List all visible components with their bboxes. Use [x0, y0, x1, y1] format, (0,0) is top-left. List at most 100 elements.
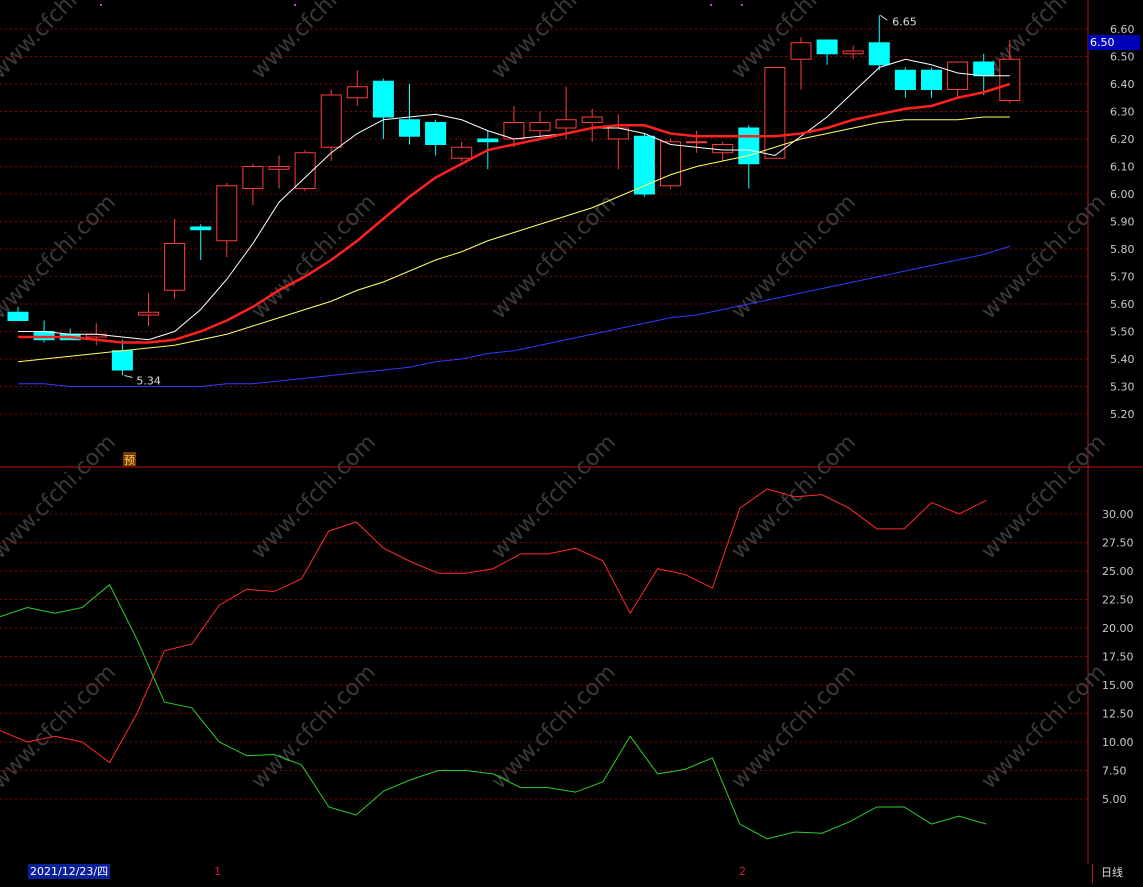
candle-body: [712, 144, 734, 154]
candle: [399, 84, 420, 145]
candle-body: [921, 69, 942, 90]
current-price-tag: 6.50: [1088, 35, 1140, 50]
candle-body: [581, 116, 603, 123]
candle: [138, 293, 159, 326]
candle: [503, 106, 525, 148]
moving-average-line: [17, 116, 1010, 363]
watermark-text: www.cfchi.com: [487, 660, 621, 794]
indicator-line: [0, 583, 987, 840]
watermark-text: www.cfchi.com: [977, 660, 1111, 794]
indicator-tick-label: 22.50: [1102, 594, 1134, 607]
candle: [660, 139, 681, 189]
indicator-tick-label: 17.50: [1102, 651, 1134, 664]
high-price-label: 6.65: [892, 15, 917, 28]
candle-body: [399, 119, 420, 137]
watermark-layer: www.cfchi.com www.cfchi.com www.cfchi.com w…: [0, 0, 1111, 794]
candle-body: [138, 311, 159, 316]
price-tick-label: 5.90: [1110, 216, 1135, 229]
watermark-text: www.cfchi.com: [977, 430, 1111, 564]
time-axis-bar: [0, 864, 1143, 883]
candle-body: [868, 42, 890, 66]
stock-chart[interactable]: www.cfchi.com www.cfchi.com www.cfchi.com w…: [0, 0, 1143, 883]
candle-body: [372, 80, 394, 118]
candle-body: [320, 94, 342, 148]
candle-body: [164, 243, 186, 291]
candle-body: [7, 311, 29, 321]
candle-body: [816, 39, 838, 55]
watermark-text: www.cfchi.com: [247, 430, 381, 564]
watermark-text: www.cfchi.com: [727, 660, 861, 794]
candle-body: [268, 166, 290, 170]
candle: [190, 224, 212, 260]
event-marker: [741, 4, 743, 6]
candle: [894, 67, 916, 98]
watermark-text: www.cfchi.com: [247, 660, 381, 794]
candle-body: [242, 166, 264, 189]
candle: [868, 15, 890, 71]
event-marker: [100, 4, 102, 6]
watermark-text: www.cfchi.com: [0, 0, 121, 84]
candle-body: [738, 127, 760, 165]
indicator-tick-label: 15.00: [1102, 679, 1134, 692]
low-price-label: 5.34: [136, 375, 161, 388]
low-arrow: [124, 375, 133, 378]
candle: [633, 133, 655, 197]
candle-body: [555, 119, 577, 129]
candle: [607, 114, 629, 170]
forecast-badge: 预: [124, 454, 135, 467]
candle: [451, 141, 473, 161]
price-tick-label: 6.10: [1110, 161, 1135, 174]
indicator-tick-label: 25.00: [1102, 565, 1134, 578]
event-marker: [294, 4, 296, 6]
period-tab-daily[interactable]: 日线: [1092, 864, 1143, 883]
price-tick-label: 5.70: [1110, 271, 1135, 284]
watermark-text: www.cfchi.com: [247, 0, 381, 84]
candle-body: [947, 61, 969, 90]
candle: [581, 108, 603, 142]
month-marker-1: 1: [214, 865, 221, 878]
price-tick-label: 5.40: [1110, 353, 1135, 366]
candle-body: [190, 226, 212, 231]
candle-body: [451, 146, 473, 159]
price-tick-label: 6.00: [1110, 188, 1135, 201]
indicator-tick-label: 7.50: [1102, 765, 1127, 778]
price-tick-label: 5.30: [1110, 381, 1135, 394]
indicator-tick-label: 30.00: [1102, 508, 1134, 521]
candle-body: [425, 122, 447, 145]
price-tick-label: 6.40: [1110, 78, 1135, 91]
candle: [320, 89, 342, 161]
candle-body: [216, 185, 238, 242]
high-arrow: [880, 14, 888, 21]
candle: [346, 70, 368, 106]
candle-body: [660, 141, 681, 187]
candle: [947, 61, 969, 98]
candle-body: [477, 138, 499, 143]
watermark-text: www.cfchi.com: [0, 660, 121, 794]
price-tick-label: 6.20: [1110, 133, 1135, 146]
candle: [790, 37, 812, 90]
candle: [712, 141, 734, 161]
indicator-tick-label: 10.00: [1102, 736, 1134, 749]
indicator-tick-label: 20.00: [1102, 622, 1134, 635]
candle-body: [790, 42, 812, 60]
indicator-tick-label: 12.50: [1102, 708, 1134, 721]
watermark-text: www.cfchi.com: [727, 0, 861, 84]
indicator-line: [0, 488, 987, 764]
candle: [529, 111, 551, 139]
chart-canvas[interactable]: www.cfchi.com www.cfchi.com www.cfchi.com w…: [0, 0, 1143, 883]
candle-body: [686, 141, 708, 144]
candle: [216, 183, 238, 258]
candle-body: [529, 122, 551, 132]
candle: [268, 155, 290, 189]
indicator-tick-label: 5.00: [1102, 793, 1127, 806]
indicator-tick-label: 27.50: [1102, 537, 1134, 550]
price-tick-label: 5.20: [1110, 408, 1135, 421]
candle: [111, 339, 133, 376]
price-tick-label: 5.80: [1110, 243, 1135, 256]
watermark-text: www.cfchi.com: [487, 0, 621, 84]
price-tick-label: 6.30: [1110, 106, 1135, 119]
candle-body: [346, 86, 368, 99]
candle: [921, 67, 942, 98]
candle: [372, 78, 394, 139]
cursor-date-label: 2021/12/23/四: [28, 864, 111, 879]
